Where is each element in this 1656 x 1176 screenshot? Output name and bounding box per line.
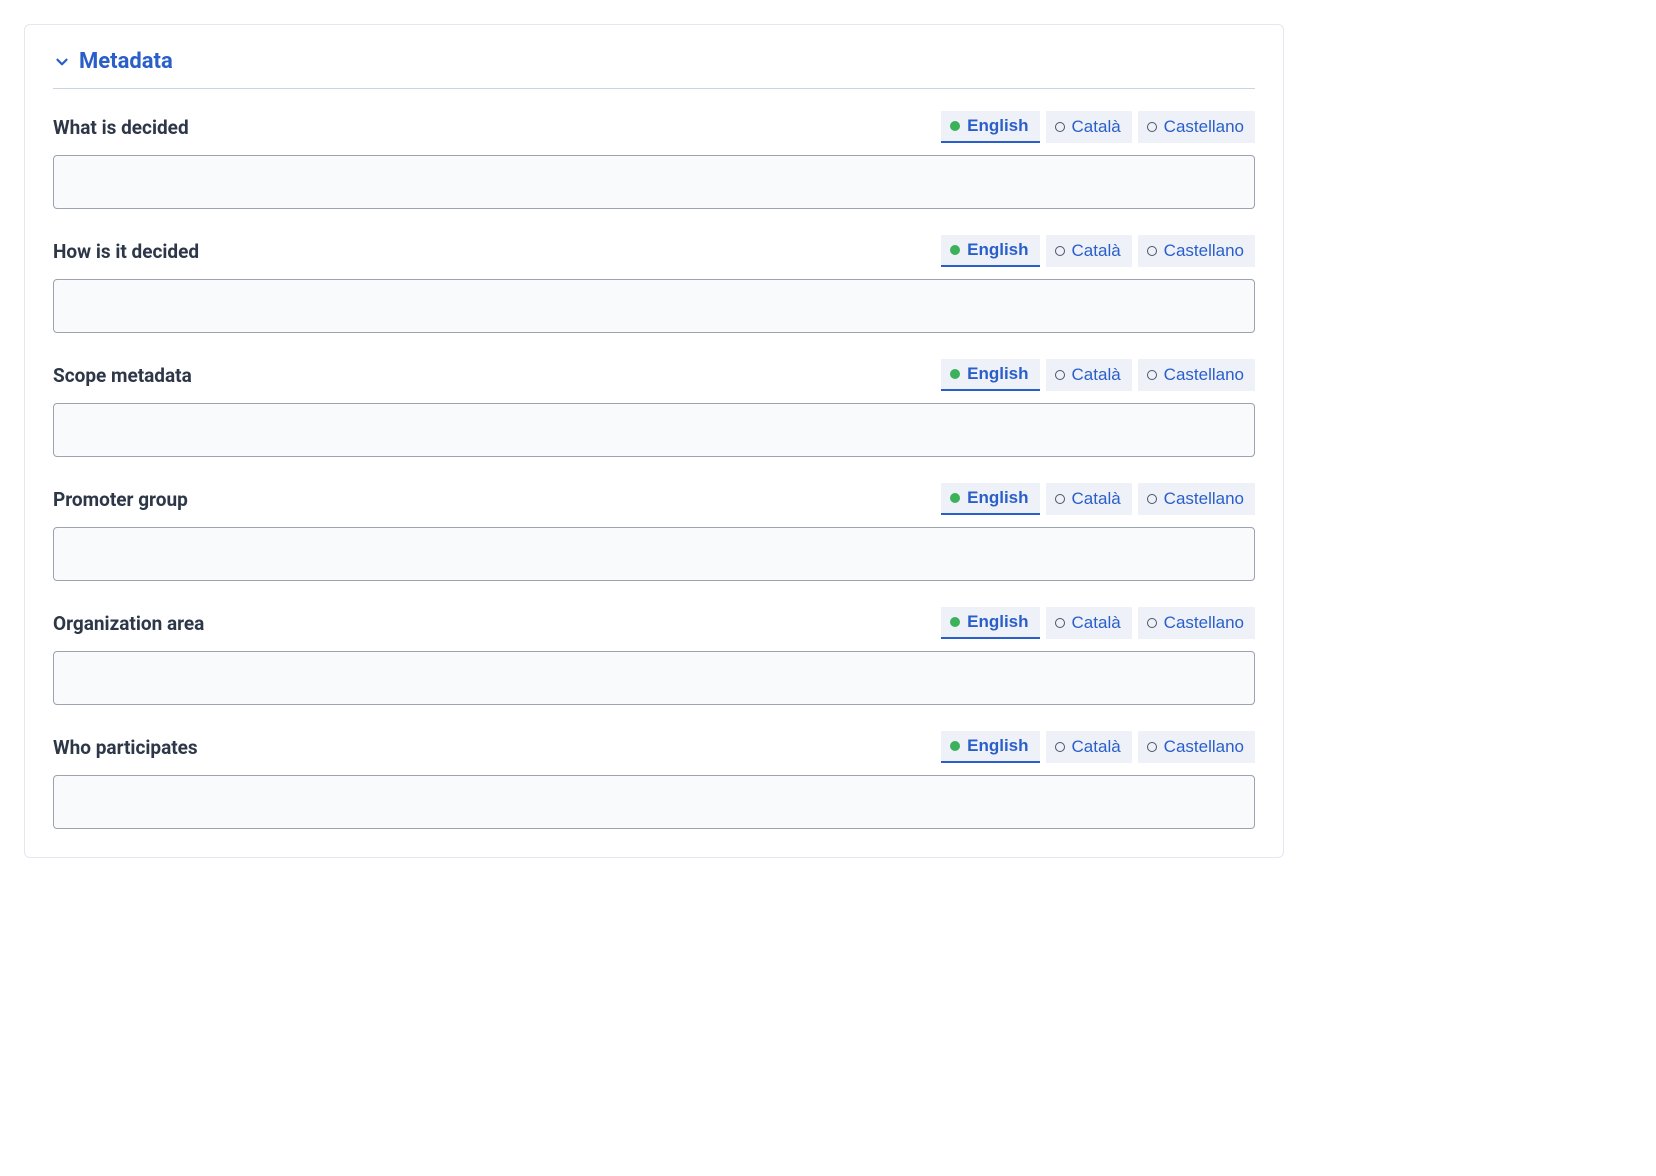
field-promoter_group: Promoter group English Català Castellano — [53, 483, 1255, 581]
lang-tab-castellano[interactable]: Castellano — [1138, 235, 1255, 267]
lang-tab-label: Castellano — [1164, 737, 1244, 757]
lang-tab-english[interactable]: English — [941, 111, 1039, 143]
scope_metadata-input[interactable] — [53, 403, 1255, 457]
chevron-down-icon — [53, 53, 71, 71]
lang-tab-castellano[interactable]: Castellano — [1138, 111, 1255, 143]
lang-tab-label: Català — [1072, 489, 1121, 509]
language-tabs: English Català Castellano — [941, 235, 1255, 267]
lang-tab-label: Castellano — [1164, 489, 1244, 509]
lang-tab-english[interactable]: English — [941, 483, 1039, 515]
lang-tab-castellano[interactable]: Castellano — [1138, 483, 1255, 515]
lang-tab-label: English — [967, 240, 1028, 260]
status-dot-empty-icon — [1147, 742, 1157, 752]
status-dot-filled-icon — [950, 493, 960, 503]
lang-tab-label: English — [967, 488, 1028, 508]
status-dot-empty-icon — [1055, 246, 1065, 256]
field-how_is_it_decided: How is it decided English Català Castellano — [53, 235, 1255, 333]
lang-tab-english[interactable]: English — [941, 359, 1039, 391]
how_is_it_decided-input[interactable] — [53, 279, 1255, 333]
lang-tab-castellano[interactable]: Castellano — [1138, 731, 1255, 763]
lang-tab-label: Català — [1072, 737, 1121, 757]
status-dot-filled-icon — [950, 369, 960, 379]
status-dot-empty-icon — [1147, 618, 1157, 628]
status-dot-empty-icon — [1147, 494, 1157, 504]
language-tabs: English Català Castellano — [941, 607, 1255, 639]
status-dot-empty-icon — [1147, 246, 1157, 256]
lang-tab-català[interactable]: Català — [1046, 731, 1132, 763]
field-header: Promoter group English Català Castellano — [53, 483, 1255, 515]
field-header: Organization area English Català Castellano — [53, 607, 1255, 639]
field-label: What is decided — [53, 116, 189, 139]
promoter_group-input[interactable] — [53, 527, 1255, 581]
field-header: Scope metadata English Català Castellano — [53, 359, 1255, 391]
lang-tab-català[interactable]: Català — [1046, 607, 1132, 639]
lang-tab-castellano[interactable]: Castellano — [1138, 607, 1255, 639]
section-title: Metadata — [79, 49, 173, 74]
status-dot-filled-icon — [950, 121, 960, 131]
field-label: Who participates — [53, 736, 198, 759]
fields-container: What is decidedEnglishCatalàCastellanoHo… — [53, 111, 1255, 829]
lang-tab-català[interactable]: Català — [1046, 359, 1132, 391]
language-tabs: English Català Castellano — [941, 359, 1255, 391]
lang-tab-castellano[interactable]: Castellano — [1138, 359, 1255, 391]
language-tabs: English Català Castellano — [941, 111, 1255, 143]
lang-tab-english[interactable]: English — [941, 235, 1039, 267]
lang-tab-label: English — [967, 612, 1028, 632]
field-header: Who participates English Català Castellano — [53, 731, 1255, 763]
what_is_decided-input[interactable] — [53, 155, 1255, 209]
status-dot-empty-icon — [1055, 122, 1065, 132]
lang-tab-català[interactable]: Català — [1046, 111, 1132, 143]
lang-tab-label: Castellano — [1164, 365, 1244, 385]
language-tabs: English Català Castellano — [941, 731, 1255, 763]
lang-tab-català[interactable]: Català — [1046, 235, 1132, 267]
field-who_participates: Who participates English Català Castellano — [53, 731, 1255, 829]
lang-tab-label: Castellano — [1164, 241, 1244, 261]
lang-tab-label: Català — [1072, 117, 1121, 137]
metadata-section-toggle[interactable]: Metadata — [53, 49, 1255, 89]
field-organization_area: Organization area English Català Castellano — [53, 607, 1255, 705]
language-tabs: English Català Castellano — [941, 483, 1255, 515]
field-scope_metadata: Scope metadata English Català Castellano — [53, 359, 1255, 457]
status-dot-empty-icon — [1055, 370, 1065, 380]
field-label: Organization area — [53, 612, 204, 635]
status-dot-filled-icon — [950, 617, 960, 627]
field-header: What is decided English Català Castellano — [53, 111, 1255, 143]
field-label: Scope metadata — [53, 364, 192, 387]
field-header: How is it decided English Català Castellano — [53, 235, 1255, 267]
lang-tab-label: English — [967, 736, 1028, 756]
organization_area-input[interactable] — [53, 651, 1255, 705]
lang-tab-label: Català — [1072, 365, 1121, 385]
lang-tab-label: Català — [1072, 613, 1121, 633]
lang-tab-label: Castellano — [1164, 117, 1244, 137]
lang-tab-label: English — [967, 364, 1028, 384]
status-dot-empty-icon — [1055, 494, 1065, 504]
lang-tab-english[interactable]: English — [941, 731, 1039, 763]
lang-tab-label: Català — [1072, 241, 1121, 261]
field-label: Promoter group — [53, 488, 188, 511]
metadata-card: Metadata What is decided English Català Cas… — [24, 24, 1284, 858]
who_participates-input[interactable] — [53, 775, 1255, 829]
lang-tab-english[interactable]: English — [941, 607, 1039, 639]
lang-tab-label: English — [967, 116, 1028, 136]
status-dot-filled-icon — [950, 741, 960, 751]
status-dot-empty-icon — [1147, 122, 1157, 132]
status-dot-empty-icon — [1055, 742, 1065, 752]
status-dot-empty-icon — [1055, 618, 1065, 628]
lang-tab-català[interactable]: Català — [1046, 483, 1132, 515]
field-label: How is it decided — [53, 240, 199, 263]
status-dot-filled-icon — [950, 245, 960, 255]
lang-tab-label: Castellano — [1164, 613, 1244, 633]
status-dot-empty-icon — [1147, 370, 1157, 380]
field-what_is_decided: What is decided English Català Castellano — [53, 111, 1255, 209]
